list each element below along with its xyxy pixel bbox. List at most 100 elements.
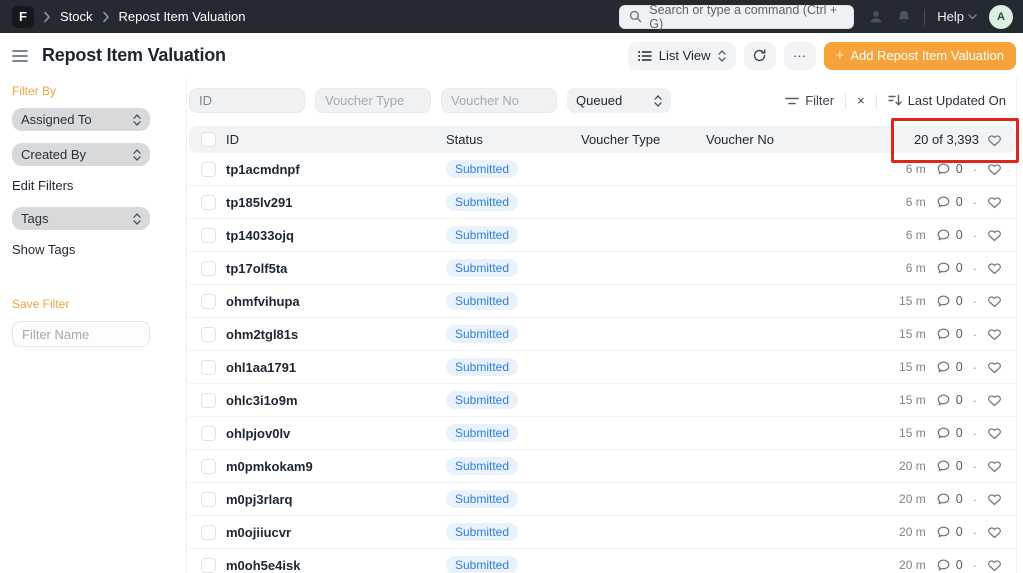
row-id-link[interactable]: tp1acmdnpf	[226, 162, 300, 177]
table-row[interactable]: tp14033ojq Submitted 6 m 0 ·	[189, 219, 1016, 252]
assigned-to-dropdown[interactable]: Assigned To	[12, 108, 150, 131]
voucher-no-filter-input[interactable]	[441, 88, 557, 113]
comment-icon[interactable]	[936, 492, 951, 506]
status-badge: Submitted	[446, 457, 519, 475]
help-menu[interactable]: Help	[937, 9, 977, 24]
row-checkbox[interactable]	[201, 227, 216, 243]
row-checkbox[interactable]	[201, 458, 216, 474]
filter-name-input[interactable]	[12, 321, 150, 347]
breadcrumb-current[interactable]: Repost Item Valuation	[119, 9, 246, 24]
comment-count: 0	[955, 426, 963, 440]
column-header-voucher-type[interactable]: Voucher Type	[581, 132, 706, 147]
heart-icon[interactable]	[987, 558, 1002, 572]
row-checkbox[interactable]	[201, 557, 216, 573]
heart-icon[interactable]	[987, 261, 1002, 275]
column-header-status[interactable]: Status	[446, 132, 581, 147]
table-row[interactable]: ohlpjov0lv Submitted 15 m 0 ·	[189, 417, 1016, 450]
assignments-user-icon[interactable]	[868, 9, 884, 25]
comment-icon[interactable]	[936, 327, 951, 341]
tags-dropdown[interactable]: Tags	[12, 207, 150, 230]
avatar[interactable]: A	[989, 4, 1013, 29]
result-count[interactable]: 20 of 3,393	[914, 132, 979, 147]
voucher-type-filter-input[interactable]	[315, 88, 431, 113]
row-checkbox[interactable]	[201, 392, 216, 408]
table-row[interactable]: m0ojiiucvr Submitted 20 m 0 ·	[189, 516, 1016, 549]
row-id-link[interactable]: ohl1aa1791	[226, 360, 296, 375]
comment-icon[interactable]	[936, 195, 951, 209]
comment-icon[interactable]	[936, 360, 951, 374]
row-checkbox[interactable]	[201, 161, 216, 177]
row-id-link[interactable]: tp185lv291	[226, 195, 293, 210]
heart-icon[interactable]	[987, 525, 1002, 539]
row-checkbox[interactable]	[201, 194, 216, 210]
row-id-link[interactable]: ohmfvihupa	[226, 294, 300, 309]
heart-icon[interactable]	[987, 133, 1002, 147]
view-switcher-button[interactable]: List View	[627, 41, 736, 70]
row-checkbox[interactable]	[201, 491, 216, 507]
sidebar-toggle-icon[interactable]	[12, 49, 28, 63]
edit-filters-link[interactable]: Edit Filters	[12, 178, 174, 193]
notifications-bell-icon[interactable]	[896, 9, 912, 25]
table-row[interactable]: tp1acmdnpf Submitted 6 m 0 ·	[189, 153, 1016, 186]
heart-icon[interactable]	[987, 162, 1002, 176]
row-id-link[interactable]: m0ojiiucvr	[226, 525, 291, 540]
id-filter-input[interactable]	[189, 88, 305, 113]
menu-ellipsis-button[interactable]: ···	[783, 41, 816, 70]
row-id-link[interactable]: m0oh5e4isk	[226, 558, 300, 573]
comment-icon[interactable]	[936, 294, 951, 308]
table-row[interactable]: tp17olf5ta Submitted 6 m 0 ·	[189, 252, 1016, 285]
refresh-button[interactable]	[743, 41, 776, 70]
comment-icon[interactable]	[936, 558, 951, 572]
frappe-logo-icon[interactable]: F	[12, 5, 34, 28]
table-row[interactable]: m0pmkokam9 Submitted 20 m 0 ·	[189, 450, 1016, 483]
row-id-link[interactable]: ohlpjov0lv	[226, 426, 290, 441]
heart-icon[interactable]	[987, 327, 1002, 341]
table-row[interactable]: m0oh5e4isk Submitted 20 m 0 ·	[189, 549, 1016, 573]
table-row[interactable]: ohlc3i1o9m Submitted 15 m 0 ·	[189, 384, 1016, 417]
column-header-id[interactable]: ID	[226, 132, 446, 147]
select-all-checkbox[interactable]	[201, 132, 216, 147]
heart-icon[interactable]	[987, 228, 1002, 242]
table-row[interactable]: tp185lv291 Submitted 6 m 0 ·	[189, 186, 1016, 219]
add-repost-item-valuation-button[interactable]: + Add Repost Item Valuation	[823, 41, 1016, 70]
table-row[interactable]: ohl1aa1791 Submitted 15 m 0 ·	[189, 351, 1016, 384]
comment-icon[interactable]	[936, 228, 951, 242]
comment-icon[interactable]	[936, 393, 951, 407]
row-checkbox[interactable]	[201, 293, 216, 309]
breadcrumb-stock[interactable]: Stock	[60, 9, 93, 24]
row-checkbox[interactable]	[201, 524, 216, 540]
row-checkbox[interactable]	[201, 359, 216, 375]
heart-icon[interactable]	[987, 459, 1002, 473]
comment-icon[interactable]	[936, 459, 951, 473]
global-search-input[interactable]: Search or type a command (Ctrl + G)	[619, 3, 855, 31]
column-header-voucher-no[interactable]: Voucher No	[706, 132, 831, 147]
row-id-link[interactable]: m0pj3rlarq	[226, 492, 292, 507]
heart-icon[interactable]	[987, 294, 1002, 308]
filter-button[interactable]: Filter	[785, 93, 834, 108]
row-checkbox[interactable]	[201, 326, 216, 342]
heart-icon[interactable]	[987, 393, 1002, 407]
comment-icon[interactable]	[936, 261, 951, 275]
sort-selector[interactable]: Last Updated On	[888, 93, 1006, 108]
heart-icon[interactable]	[987, 195, 1002, 209]
comment-icon[interactable]	[936, 162, 951, 176]
row-id-link[interactable]: ohm2tgl81s	[226, 327, 298, 342]
row-id-link[interactable]: tp17olf5ta	[226, 261, 287, 276]
clear-filter-button[interactable]: ×	[857, 93, 865, 108]
table-row[interactable]: ohmfvihupa Submitted 15 m 0 ·	[189, 285, 1016, 318]
heart-icon[interactable]	[987, 492, 1002, 506]
comment-icon[interactable]	[936, 426, 951, 440]
created-by-dropdown[interactable]: Created By	[12, 143, 150, 166]
row-id-link[interactable]: m0pmkokam9	[226, 459, 313, 474]
row-id-link[interactable]: ohlc3i1o9m	[226, 393, 298, 408]
row-checkbox[interactable]	[201, 425, 216, 441]
table-row[interactable]: ohm2tgl81s Submitted 15 m 0 ·	[189, 318, 1016, 351]
show-tags-link[interactable]: Show Tags	[12, 242, 174, 257]
table-row[interactable]: m0pj3rlarq Submitted 20 m 0 ·	[189, 483, 1016, 516]
comment-icon[interactable]	[936, 525, 951, 539]
row-checkbox[interactable]	[201, 260, 216, 276]
heart-icon[interactable]	[987, 426, 1002, 440]
status-filter-select[interactable]: Queued	[567, 88, 671, 113]
row-id-link[interactable]: tp14033ojq	[226, 228, 294, 243]
heart-icon[interactable]	[987, 360, 1002, 374]
